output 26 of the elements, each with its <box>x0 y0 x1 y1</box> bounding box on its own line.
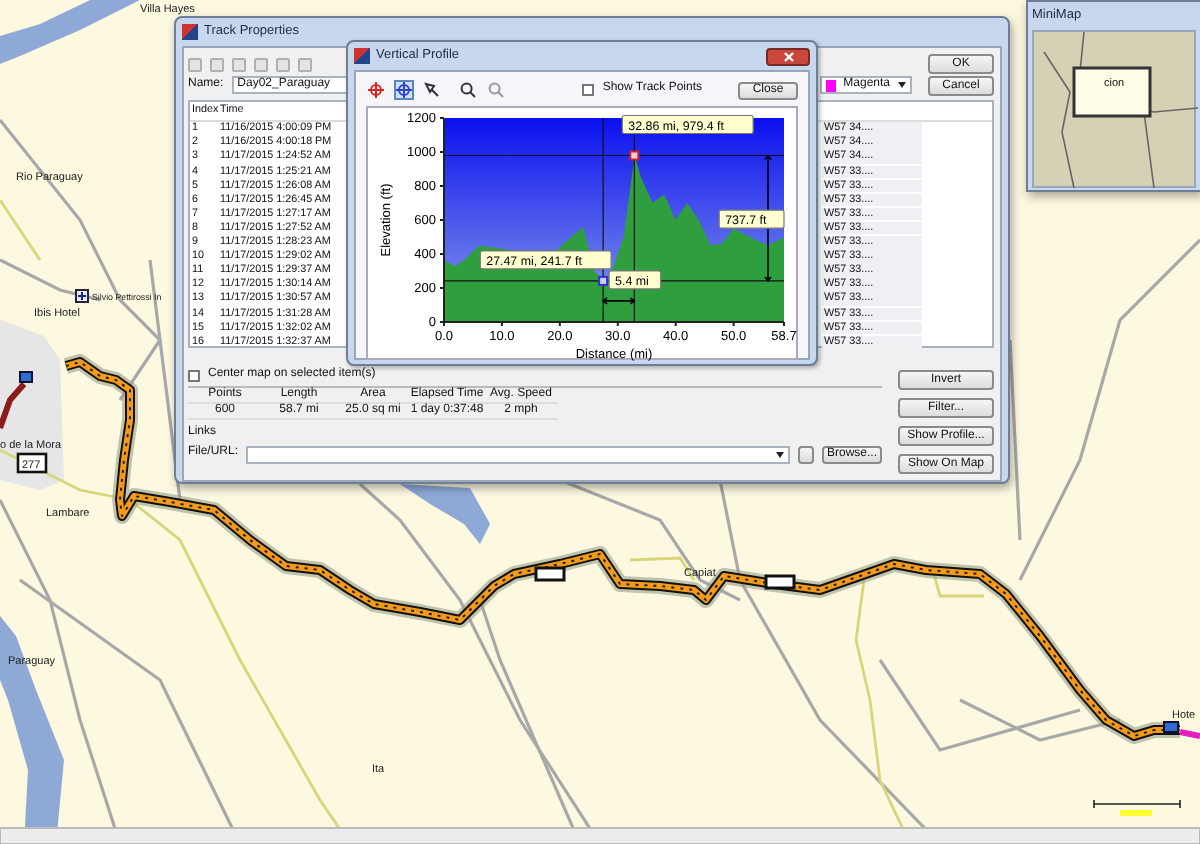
river-drawing <box>0 0 140 64</box>
hotel-icon <box>19 371 33 383</box>
checkbox[interactable] <box>582 84 595 96</box>
crosshair-icon[interactable] <box>366 80 386 100</box>
rise-arrow <box>764 154 772 283</box>
distance-arrow <box>601 297 636 305</box>
app-icon <box>354 48 370 64</box>
app-icon <box>182 24 198 40</box>
link-icon[interactable] <box>798 445 814 464</box>
caret-icon <box>776 451 784 458</box>
caret-icon <box>898 82 906 88</box>
checkbox[interactable] <box>188 369 200 381</box>
point-marker <box>629 150 640 161</box>
zoom-in-icon[interactable] <box>458 80 478 100</box>
hotel-icon <box>1163 721 1179 733</box>
airport-icon <box>75 289 89 303</box>
zoom-out-icon[interactable] <box>486 80 506 100</box>
close-icon[interactable] <box>766 47 810 65</box>
point-marker <box>598 275 609 286</box>
file-url-field[interactable] <box>246 445 790 464</box>
move-icon[interactable] <box>394 80 414 100</box>
track-segment-line <box>1179 729 1200 739</box>
waypoint-marker-icon <box>534 566 566 582</box>
track-segment-line <box>0 382 27 429</box>
waypoint-marker-icon <box>764 574 796 590</box>
scale-bar <box>1093 799 1181 816</box>
